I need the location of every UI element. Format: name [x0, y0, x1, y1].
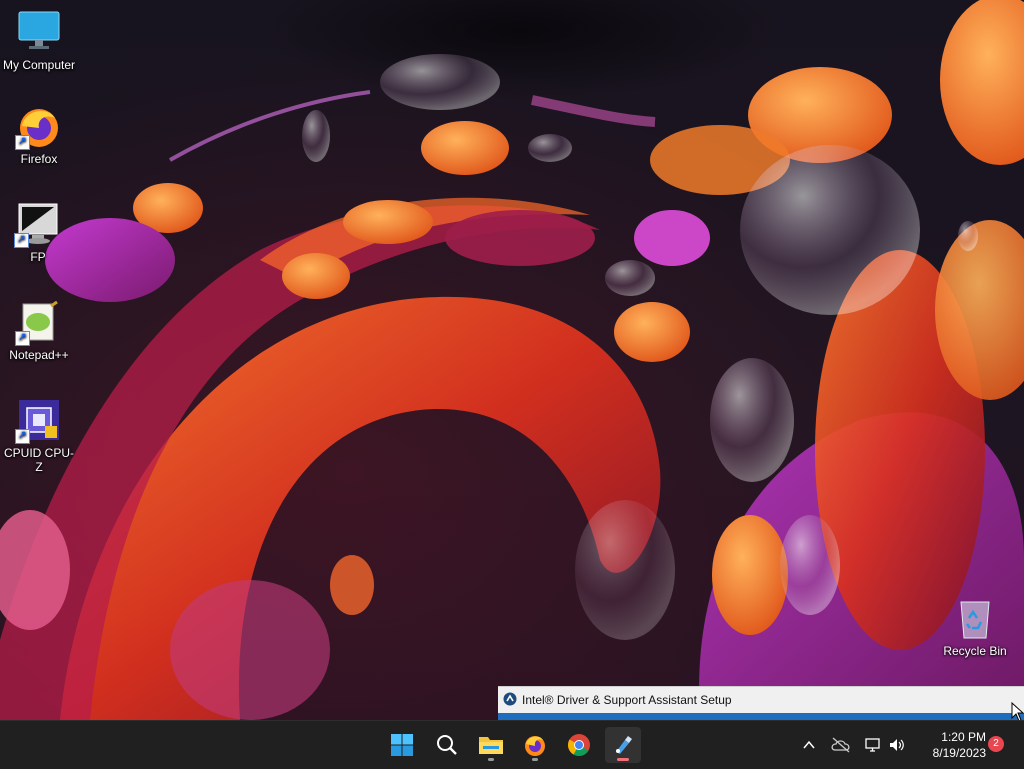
intel-dsa-icon: [616, 736, 632, 754]
volume-icon: [890, 739, 904, 751]
chrome-icon: [568, 734, 590, 756]
chevron-up-icon: [803, 740, 815, 749]
search-button[interactable]: [429, 727, 465, 763]
clock-time: 1:20 PM: [941, 730, 986, 744]
desktop-icon-label: My Computer: [2, 58, 76, 72]
onedrive-offline-icon: [831, 737, 850, 753]
notification-count-badge[interactable]: 2: [988, 736, 1004, 752]
file-explorer-button[interactable]: [473, 727, 509, 763]
desktop-icon-recycle-bin[interactable]: Recycle Bin: [937, 596, 1013, 658]
running-indicator: [532, 758, 538, 761]
fp-monitor-icon: ↗: [14, 202, 60, 248]
shortcut-arrow-icon: ↗: [15, 429, 30, 444]
recycle-bin-icon: [953, 596, 997, 640]
desktop-icon-label: Recycle Bin: [943, 644, 1007, 658]
desktop-icon-my-computer[interactable]: My Computer: [1, 10, 77, 72]
desktop-icon-label: Notepad++: [9, 348, 69, 362]
intel-dsa-icon: [503, 692, 517, 706]
taskbar: 1:20 PM 8/19/2023: [0, 720, 1024, 769]
show-hidden-icons-button[interactable]: [795, 727, 823, 763]
window-title: Intel® Driver & Support Assistant Setup: [522, 693, 732, 707]
cpuz-icon: ↗: [15, 398, 61, 444]
firefox-taskbar-button[interactable]: [517, 727, 553, 763]
running-indicator: [488, 758, 494, 761]
network-tray-button[interactable]: [860, 727, 886, 763]
monitor-icon: [17, 10, 61, 54]
desktop-icon-firefox[interactable]: ↗ Firefox: [1, 104, 77, 166]
chrome-taskbar-button[interactable]: [561, 727, 597, 763]
notepadpp-icon: ↗: [15, 300, 61, 346]
shortcut-arrow-icon: ↗: [15, 331, 30, 346]
desktop-icon-label: FP: [30, 250, 46, 264]
intel-dsa-setup-window[interactable]: Intel® Driver & Support Assistant Setup: [498, 686, 1024, 721]
shortcut-arrow-icon: ↗: [15, 135, 30, 150]
clock-date: 8/19/2023: [932, 746, 986, 760]
desktop: My Computer ↗ Firefox ↗ FP ↗ Notepad++ ↗…: [0, 0, 1024, 720]
clock[interactable]: 1:20 PM 8/19/2023: [914, 729, 986, 761]
wallpaper-image: [0, 0, 1024, 720]
start-button[interactable]: [384, 727, 420, 763]
desktop-icon-notepadpp[interactable]: ↗ Notepad++: [1, 300, 77, 362]
desktop-icon-label: Firefox: [20, 152, 58, 166]
desktop-icon-label: CPUID CPU-Z: [3, 446, 74, 474]
volume-tray-button[interactable]: [884, 727, 910, 763]
network-icon: [865, 738, 880, 752]
active-indicator: [617, 758, 629, 761]
shortcut-arrow-icon: ↗: [14, 233, 29, 248]
mouse-cursor-icon: [1011, 701, 1024, 722]
windows-start-icon: [391, 734, 413, 756]
desktop-icon-fp[interactable]: ↗ FP: [0, 202, 76, 264]
firefox-icon: [525, 736, 545, 756]
intel-dsa-taskbar-button[interactable]: [605, 727, 641, 763]
desktop-icon-cpuz[interactable]: ↗ CPUID CPU-Z: [1, 398, 77, 474]
onedrive-tray-button[interactable]: [826, 727, 856, 763]
search-icon: [437, 735, 457, 755]
firefox-icon: ↗: [15, 104, 61, 150]
folder-icon: [479, 737, 503, 754]
